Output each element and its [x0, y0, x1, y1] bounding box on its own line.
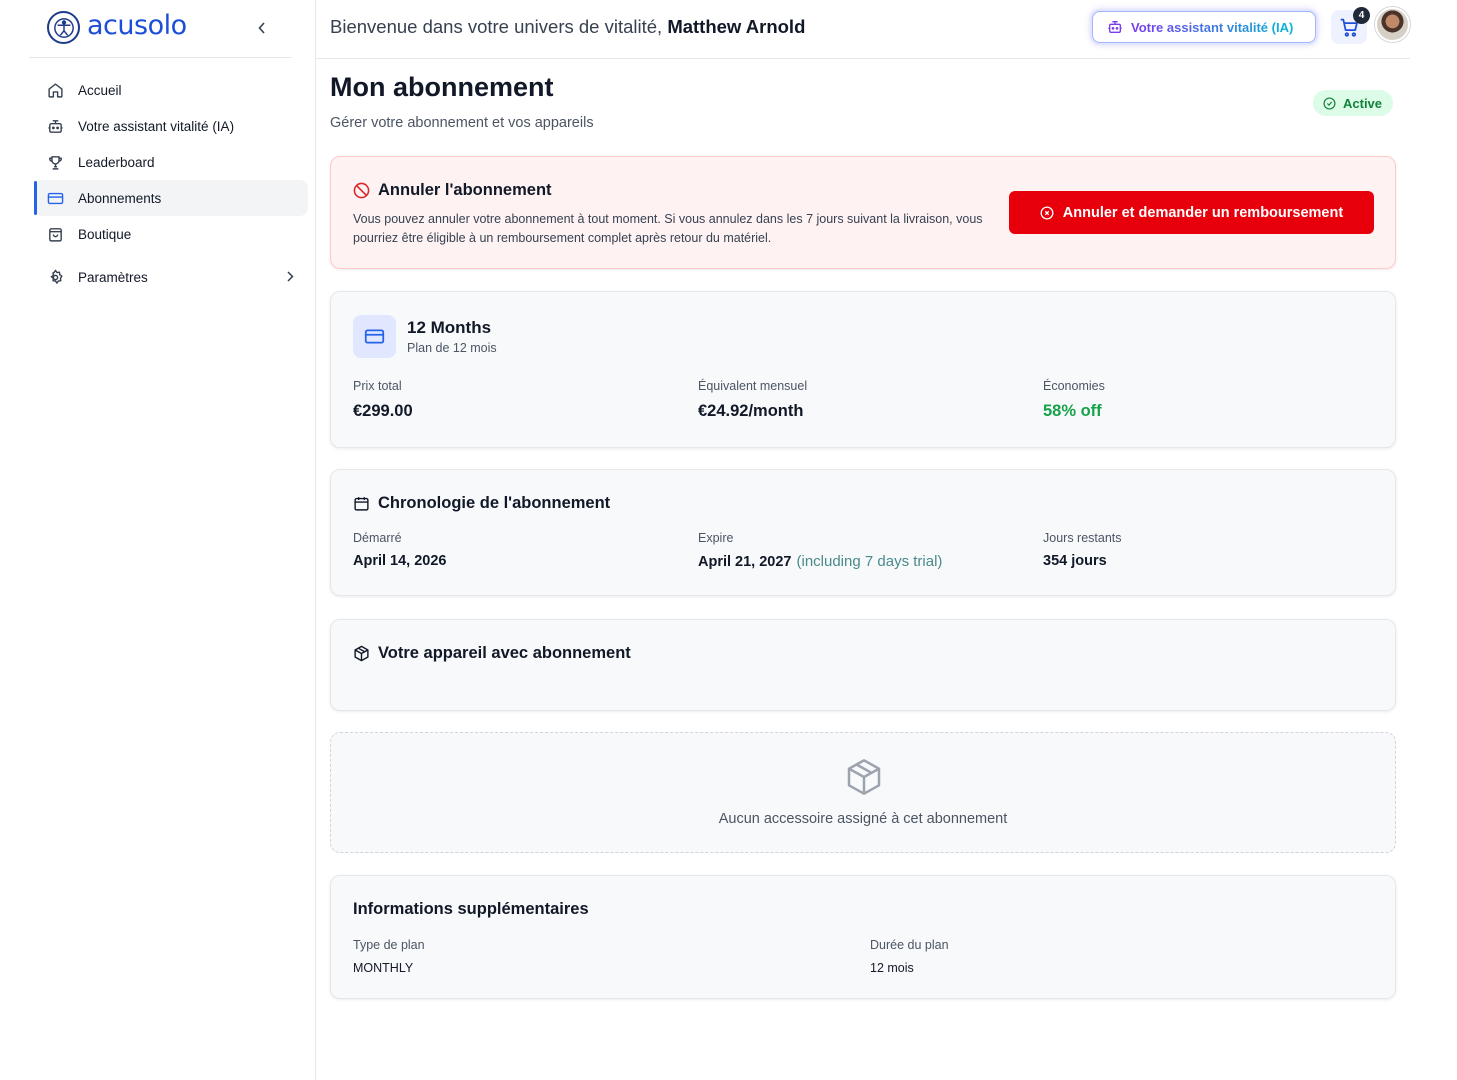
- started-item: Démarré April 14, 2026: [353, 531, 447, 569]
- gear-icon: [46, 268, 64, 286]
- avatar[interactable]: [1375, 7, 1410, 42]
- remaining-days-item: Jours restants 354 jours: [1043, 531, 1122, 569]
- trophy-icon: [46, 153, 64, 171]
- package-icon: [844, 757, 884, 797]
- started-value: April 14, 2026: [353, 553, 447, 569]
- sidebar-item-abonnements[interactable]: Abonnements: [34, 180, 308, 216]
- started-label: Démarré: [353, 531, 402, 545]
- sidebar-item-label: Votre assistant vitalité (IA): [78, 118, 235, 134]
- sidebar-item-label: Leaderboard: [78, 154, 155, 170]
- chevron-right-icon: [287, 270, 294, 285]
- plan-type-label: Type de plan: [353, 938, 425, 952]
- plan-subtitle: Plan de 12 mois: [407, 341, 497, 355]
- sidebar-item-parametres[interactable]: Paramètres: [34, 259, 308, 295]
- sidebar-item-label: Abonnements: [78, 190, 162, 206]
- sidebar-item-leaderboard[interactable]: Leaderboard: [34, 144, 308, 180]
- sidebar-item-label: Accueil: [78, 82, 122, 98]
- cancel-title-text: Annuler l'abonnement: [378, 181, 552, 199]
- savings-label: Économies: [1043, 379, 1105, 393]
- remaining-days-label: Jours restants: [1043, 531, 1122, 545]
- credit-card-icon: [353, 315, 396, 358]
- cancel-title: Annuler l'abonnement: [353, 181, 552, 200]
- chevron-left-icon: [258, 22, 265, 34]
- sidebar-nav: Accueil Votre assistant vitalité (IA) Le…: [34, 72, 308, 295]
- status-label: Active: [1343, 95, 1383, 111]
- top-header: Bienvenue dans votre univers de vitalité…: [316, 0, 1410, 59]
- expires-item: Expire April 21, 2027 (including 7 days t…: [698, 531, 942, 570]
- sidebar-item-label: Boutique: [78, 226, 132, 242]
- plan-duration-value: 12 mois: [870, 961, 914, 975]
- trial-note: (including 7 days trial): [796, 553, 943, 570]
- cancel-and-refund-button[interactable]: Annuler et demander un remboursement: [1009, 191, 1374, 234]
- ban-icon: [353, 182, 370, 199]
- plan-duration-item: Durée du plan 12 mois: [870, 938, 949, 975]
- plan-card: 12 Months Plan de 12 mois Prix total €29…: [330, 291, 1396, 448]
- savings-value: 58% off: [1043, 402, 1102, 420]
- x-circle-icon: [1040, 206, 1054, 220]
- empty-accessories-card: Aucun accessoire assigné à cet abonnemen…: [330, 732, 1396, 853]
- expires-value: April 21, 2027: [698, 554, 792, 570]
- welcome-prefix: Bienvenue dans votre univers de vitalité…: [330, 16, 663, 37]
- remaining-days-value: 354 jours: [1043, 553, 1107, 569]
- monthly-equivalent-metric: Équivalent mensuel €24.92/month: [698, 379, 807, 421]
- subscription-timeline-card: Chronologie de l'abonnement Démarré Apri…: [330, 469, 1396, 596]
- check-circle-icon: [1323, 96, 1336, 110]
- device-title: Votre appareil avec abonnement: [353, 644, 631, 663]
- timeline-title: Chronologie de l'abonnement: [353, 494, 610, 513]
- total-price-metric: Prix total €299.00: [353, 379, 413, 421]
- welcome-message: Bienvenue dans votre univers de vitalité…: [330, 16, 805, 38]
- credit-card-icon: [46, 189, 64, 207]
- sidebar-item-accueil[interactable]: Accueil: [34, 72, 308, 108]
- plan-type-item: Type de plan MONTHLY: [353, 938, 425, 975]
- user-name: Matthew Arnold: [667, 16, 806, 37]
- logo-row: acusolo: [29, 0, 292, 58]
- page-subtitle: Gérer votre abonnement et vos appareils: [330, 115, 594, 131]
- cancel-description: Vous pouvez annuler votre abonnement à t…: [353, 212, 983, 245]
- monthly-equivalent-value: €24.92/month: [698, 402, 804, 420]
- expires-value-row: April 21, 2027 (including 7 days trial): [698, 553, 942, 570]
- calendar-icon: [353, 495, 370, 512]
- total-price-value: €299.00: [353, 402, 413, 420]
- brand-name[interactable]: acusolo: [87, 10, 187, 41]
- collapse-sidebar-button[interactable]: [254, 18, 270, 38]
- monthly-equivalent-label: Équivalent mensuel: [698, 379, 808, 393]
- robot-icon: [1107, 19, 1123, 35]
- cancel-button-label: Annuler et demander un remboursement: [1062, 204, 1344, 221]
- robot-icon: [46, 117, 64, 135]
- empty-accessories-text: Aucun accessoire assigné à cet abonnemen…: [718, 811, 1008, 827]
- ai-assistant-button[interactable]: Votre assistant vitalité (IA): [1092, 11, 1316, 43]
- home-icon: [46, 81, 64, 99]
- plan-name: 12 Months: [407, 318, 492, 337]
- status-badge: Active: [1313, 90, 1394, 116]
- sidebar-item-label: Paramètres: [78, 269, 148, 285]
- additional-info-title: Informations supplémentaires: [353, 900, 589, 918]
- total-price-label: Prix total: [353, 379, 402, 393]
- package-icon: [353, 645, 370, 662]
- timeline-title-text: Chronologie de l'abonnement: [378, 494, 611, 512]
- sidebar-item-boutique[interactable]: Boutique: [34, 216, 308, 252]
- shopping-bag-icon: [46, 225, 64, 243]
- sidebar: acusolo Accueil Votre assistant vitalité…: [0, 0, 316, 1080]
- savings-metric: Économies 58% off: [1043, 379, 1105, 421]
- additional-info-card: Informations supplémentaires Type de pla…: [330, 875, 1396, 999]
- expires-label: Expire: [698, 531, 734, 545]
- cancel-subscription-card: Annuler l'abonnement Vous pouvez annuler…: [330, 156, 1396, 269]
- device-card: Votre appareil avec abonnement: [330, 619, 1396, 711]
- sidebar-item-assistant[interactable]: Votre assistant vitalité (IA): [34, 108, 308, 144]
- ai-assistant-label: Votre assistant vitalité (IA): [1131, 19, 1294, 35]
- plan-duration-label: Durée du plan: [870, 938, 949, 952]
- plan-type-value: MONTHLY: [353, 961, 414, 975]
- device-title-text: Votre appareil avec abonnement: [378, 644, 631, 662]
- page-title: Mon abonnement: [330, 72, 554, 102]
- cart-count-badge: 4: [1353, 7, 1370, 24]
- acusolo-logo-icon[interactable]: [47, 11, 80, 44]
